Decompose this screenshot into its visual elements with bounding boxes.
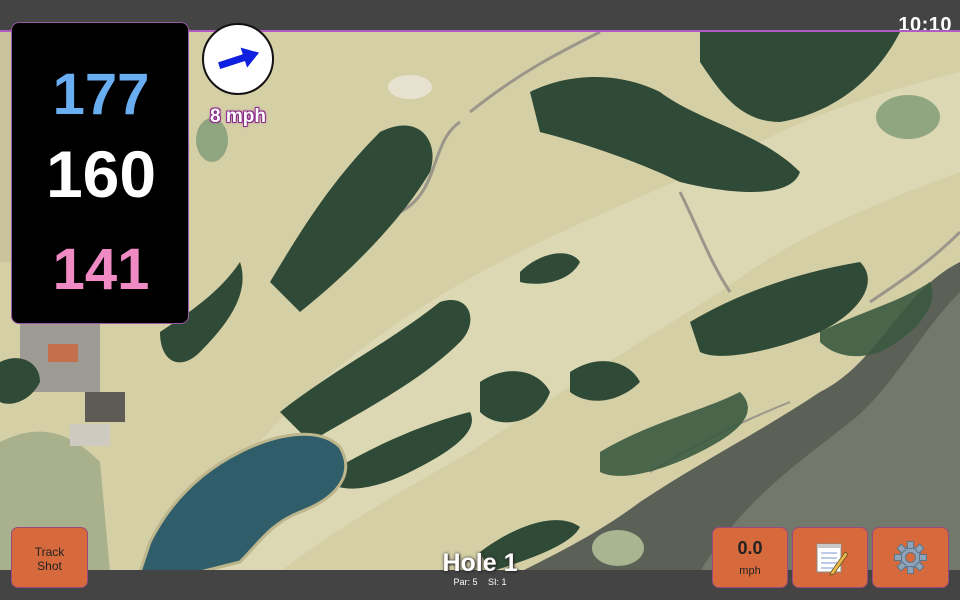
track-shot-button[interactable]: Track Shot	[11, 527, 88, 588]
back-distance: 177	[52, 62, 150, 127]
front-distance: 141	[52, 237, 150, 302]
hole-meta: Par: 5 SI: 1	[380, 577, 580, 587]
wind-value: 0.0	[737, 538, 763, 558]
wind-speed-button[interactable]: 0.0 mph	[712, 527, 788, 588]
notes-button[interactable]	[792, 527, 868, 588]
distance-panel: 177 160 141	[11, 22, 189, 324]
wind-unit: mph	[739, 565, 761, 577]
notepad-icon	[816, 543, 849, 576]
track-shot-label: Track Shot	[34, 545, 65, 573]
settings-button[interactable]	[872, 527, 949, 588]
hole-title: Hole 1	[442, 549, 518, 577]
wind-speed-label: 8 mph	[210, 106, 266, 127]
arrow-right-icon	[218, 47, 260, 69]
par-label: Par: 5	[453, 577, 478, 587]
wind-indicator[interactable]	[202, 23, 274, 95]
middle-distance: 160	[45, 137, 157, 211]
gear-icon	[894, 541, 927, 574]
stroke-index-label: SI: 1	[488, 577, 507, 587]
